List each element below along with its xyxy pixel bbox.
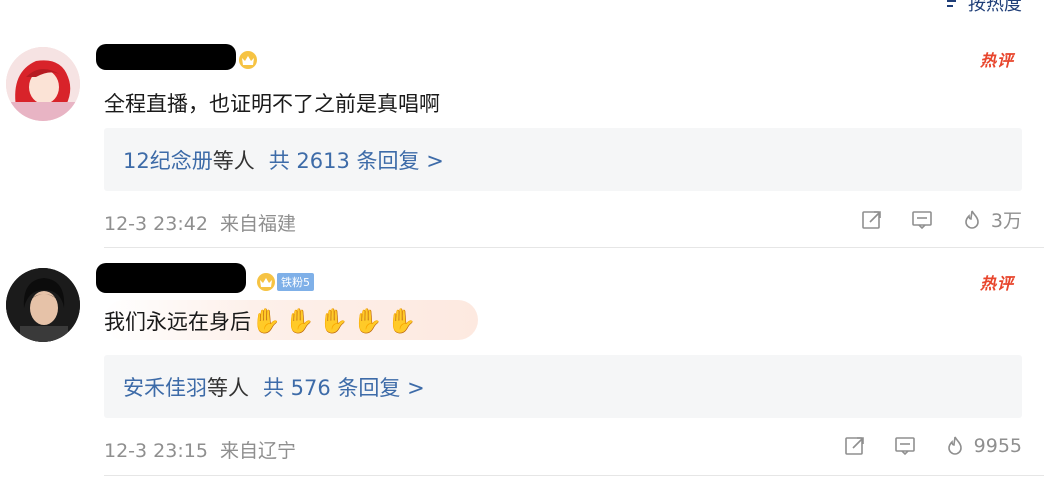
sort-icon (944, 0, 962, 15)
flame-like-icon[interactable] (959, 207, 985, 233)
comment-time: 12-3 23:15 (104, 440, 208, 462)
reply-count-link[interactable]: 共 2613 条回复 > (269, 145, 444, 175)
avatar[interactable] (6, 47, 80, 121)
comment-actions: 3万 (859, 206, 1022, 233)
reply-icon[interactable] (892, 433, 918, 459)
like-count: 3万 (990, 210, 1022, 232)
flame-like-icon[interactable] (942, 433, 968, 459)
divider (104, 247, 1044, 248)
raised-hand-emoji: ✋ (284, 307, 315, 335)
sort-by-hot-button[interactable]: 按热度 (944, 0, 1022, 16)
divider (104, 475, 1044, 476)
comment-meta: 12-3 23:15 来自辽宁 (104, 436, 296, 463)
crown-badge-icon (254, 270, 278, 292)
username-redacted[interactable] (96, 44, 236, 70)
reply-summary[interactable]: 12纪念册 等人 共 2613 条回复 > (104, 128, 1022, 191)
avatar[interactable] (6, 268, 80, 342)
reply-names[interactable]: 安禾佳羽 (123, 372, 207, 402)
comment-time: 12-3 23:42 (104, 213, 208, 235)
fan-level-badge: 铁粉5 (277, 273, 314, 291)
reply-count-link[interactable]: 共 576 条回复 > (263, 372, 425, 402)
comment-meta: 12-3 23:42 来自福建 (104, 209, 296, 236)
raised-hand-emoji: ✋ (352, 307, 383, 335)
crown-badge-icon (236, 48, 260, 70)
reply-summary[interactable]: 安禾佳羽 等人 共 576 条回复 > (104, 355, 1022, 418)
like-count: 9955 (973, 435, 1022, 457)
share-icon[interactable] (842, 433, 868, 459)
comment-text: 全程直播，也证明不了之前是真唱啊 (104, 92, 440, 116)
comment-text: 我们永远在身后 ✋ ✋ ✋ ✋ ✋ (104, 306, 420, 336)
username-redacted[interactable] (96, 263, 246, 293)
raised-hand-emoji: ✋ (318, 307, 349, 335)
comment-text-body: 我们永远在身后 (104, 310, 251, 334)
comment-actions: 9955 (842, 433, 1022, 459)
raised-hand-emoji: ✋ (386, 307, 417, 335)
comment-location: 来自辽宁 (219, 440, 296, 462)
reply-icon[interactable] (909, 207, 935, 233)
hot-comment-badge: 热评 (979, 274, 1014, 293)
reply-suffix: 等人 (212, 148, 255, 173)
raised-hand-emoji: ✋ (251, 307, 281, 335)
share-icon[interactable] (859, 207, 885, 233)
hot-comment-badge: 热评 (979, 51, 1014, 70)
sort-label: 按热度 (968, 0, 1022, 15)
comment-location: 来自福建 (219, 213, 296, 235)
reply-names[interactable]: 12纪念册 (123, 145, 213, 175)
reply-suffix: 等人 (207, 375, 249, 400)
